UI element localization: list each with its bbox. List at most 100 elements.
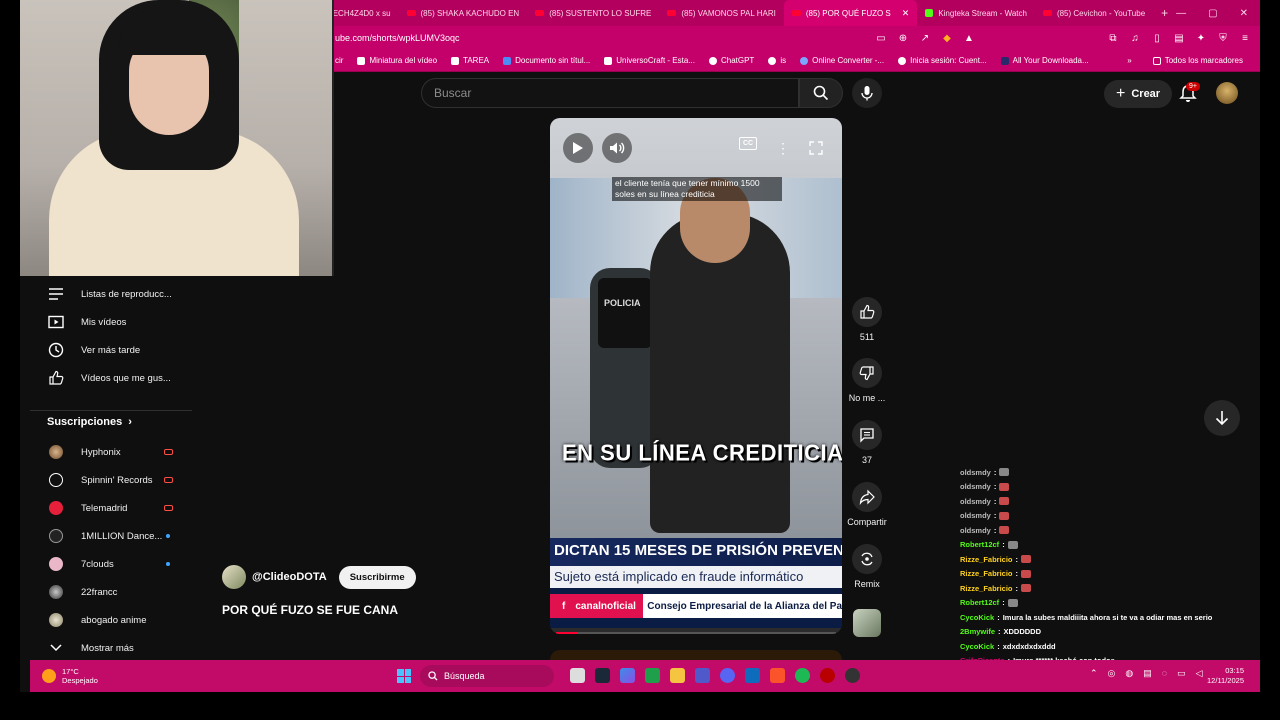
vpn-icon[interactable]: ⛨ [1218, 33, 1228, 44]
sidebar-item-subscription[interactable]: 1MILLION Dance... [20, 522, 192, 550]
more-options-icon[interactable]: ⋮ [773, 138, 793, 158]
bookmark-item[interactable]: ChatGPT [702, 56, 761, 65]
remix-button[interactable]: Remix [842, 544, 892, 589]
tray-chevron-icon[interactable]: ⌃ [1090, 668, 1098, 679]
sidebar-item-subscription[interactable]: abogado anime [20, 606, 192, 634]
network-icon[interactable]: ▭ [1177, 668, 1186, 679]
chat-username[interactable]: oldsmdy [960, 497, 991, 506]
search-input[interactable]: Buscar [421, 78, 799, 108]
taskbar-search[interactable]: Búsqueda [420, 665, 554, 687]
chat-username[interactable]: Rizze_Fabricio [960, 569, 1013, 578]
voice-search-button[interactable] [852, 78, 882, 108]
sidebar-item-subscription[interactable]: Telemadrid [20, 494, 192, 522]
bookmark-item[interactable]: UniversoCraft - Esta... [597, 56, 702, 65]
sidebar-item-liked-videos[interactable]: Vídeos que me gus... [20, 364, 192, 392]
bookmark-item[interactable]: Documento sin títul... [496, 56, 597, 65]
browser-tab-active[interactable]: (85) POR QUÉ FUZO S ✕ [783, 0, 918, 26]
sidebar-show-more[interactable]: Mostrar más [20, 634, 192, 662]
subscriptions-header[interactable]: Suscripciones › [47, 416, 132, 428]
teams-icon[interactable] [695, 668, 710, 683]
recorder-icon[interactable] [820, 668, 835, 683]
sidebar-item-subscription[interactable]: 7clouds [20, 550, 192, 578]
sidebar-toggle-icon[interactable]: ▯ [1152, 33, 1162, 44]
close-window-icon[interactable]: ✕ [1240, 8, 1248, 19]
tray-app-icon[interactable]: ▤ [1143, 668, 1152, 679]
share-button[interactable]: Compartir [842, 482, 892, 527]
create-button[interactable]: + Crear [1104, 80, 1173, 108]
copilot-icon[interactable] [620, 668, 635, 683]
bookmark-item[interactable]: Online Converter -... [793, 56, 891, 65]
browser-tab[interactable]: (85) SHAKA KACHUDO EN [399, 0, 528, 26]
chat-username[interactable]: oldsmdy [960, 468, 991, 477]
chat-username[interactable]: oldsmdy [960, 482, 991, 491]
bookmark-item[interactable]: Miniatura del vídeo [350, 56, 444, 65]
chat-username[interactable]: Rizze_Fabricio [960, 584, 1013, 593]
minimize-icon[interactable]: — [1176, 8, 1186, 19]
tray-app-icon[interactable]: ◎ [1108, 668, 1116, 679]
wallet-icon[interactable]: ▤ [1174, 33, 1184, 44]
like-button[interactable]: 511 [842, 297, 892, 342]
sidebar-item-my-videos[interactable]: Mis vídeos [20, 308, 192, 336]
chat-username[interactable]: Rizze_Fabricio [960, 555, 1013, 564]
taskbar-clock[interactable]: 03:15 12/11/2025 [1200, 666, 1244, 686]
reader-mode-icon[interactable]: ▭ [876, 33, 886, 44]
task-view-icon[interactable] [570, 668, 585, 683]
extensions-icon[interactable]: ⧉ [1108, 33, 1118, 44]
channel-avatar[interactable] [222, 565, 246, 589]
account-avatar[interactable] [1216, 82, 1238, 104]
sidebar-item-watch-later[interactable]: Ver más tarde [20, 336, 192, 364]
all-bookmarks[interactable]: Todos los marcadores [1146, 56, 1250, 65]
file-explorer-icon[interactable] [670, 668, 685, 683]
next-short-button[interactable] [1204, 400, 1240, 436]
bookmark-item[interactable]: TAREA [444, 56, 496, 65]
brave-icon[interactable] [770, 668, 785, 683]
chat-username[interactable]: CycoKick [960, 613, 994, 622]
browser-tab[interactable]: Kingteka Stream - Watch [917, 0, 1035, 26]
bookmark-item[interactable]: All Your Downloada... [994, 56, 1096, 65]
sidebar-item-playlists[interactable]: Listas de reproducc... [20, 280, 192, 308]
outlook-icon[interactable] [745, 668, 760, 683]
close-tab-icon[interactable]: ✕ [902, 8, 910, 19]
search-button[interactable] [799, 78, 843, 108]
browser-tab[interactable]: (85) SUSTENTO LO SUFRE [527, 0, 659, 26]
excel-icon[interactable] [645, 668, 660, 683]
bookmark-item[interactable]: is [761, 56, 793, 65]
spotify-icon[interactable] [795, 668, 810, 683]
comments-button[interactable]: 37 [842, 420, 892, 465]
shorts-player[interactable]: POLICIA CC ⋮ el cliente tenía que tener … [550, 118, 842, 634]
subscribe-button[interactable]: Suscribirme [338, 565, 416, 589]
tray-app-icon[interactable]: ◌ [1162, 668, 1167, 679]
chat-username[interactable]: Robert12cf [960, 598, 999, 607]
chat-username[interactable]: oldsmdy [960, 511, 991, 520]
zoom-icon[interactable]: ⊕ [898, 33, 908, 44]
rewards-icon[interactable]: ▲ [964, 33, 974, 44]
obs-icon[interactable] [845, 668, 860, 683]
sidebar-item-subscription[interactable]: Hyphonix [20, 438, 192, 466]
browser-tab[interactable]: (85) Cevichon - YouTube [1035, 0, 1153, 26]
sidebar-item-subscription[interactable]: 22francc [20, 578, 192, 606]
steam-icon[interactable] [595, 668, 610, 683]
chat-username[interactable]: 2Bmywife [960, 627, 995, 636]
chat-username[interactable]: Robert12cf [960, 540, 999, 549]
tray-app-icon[interactable]: ◍ [1125, 668, 1133, 679]
browser-tab[interactable]: (85) VAMONOS PAL HARI [659, 0, 784, 26]
bookmark-item[interactable]: Inicia sesión: Cuent... [891, 56, 993, 65]
dislike-button[interactable]: No me ... [842, 358, 892, 403]
windows-start-icon[interactable] [397, 669, 411, 683]
fullscreen-icon[interactable] [806, 138, 826, 158]
chat-username[interactable]: CycoKick [960, 642, 994, 651]
audio-source-thumbnail[interactable] [853, 609, 881, 637]
video-progress-bar[interactable] [556, 632, 836, 634]
weather-widget[interactable]: 17°C Despejado [30, 667, 98, 685]
more-bookmarks-icon[interactable]: » [1127, 56, 1131, 65]
new-tab-button[interactable]: + [1153, 6, 1176, 20]
play-button[interactable] [563, 133, 593, 163]
menu-icon[interactable]: ≡ [1240, 33, 1250, 44]
share-icon[interactable]: ↗ [920, 33, 930, 44]
chat-username[interactable]: oldsmdy [960, 526, 991, 535]
brave-shield-icon[interactable]: ◆ [942, 33, 952, 44]
leo-icon[interactable]: ✦ [1196, 33, 1206, 44]
media-icon[interactable]: ♫ [1130, 33, 1140, 44]
sidebar-item-subscription[interactable]: Spinnin' Records [20, 466, 192, 494]
captions-button[interactable]: CC [739, 137, 757, 150]
